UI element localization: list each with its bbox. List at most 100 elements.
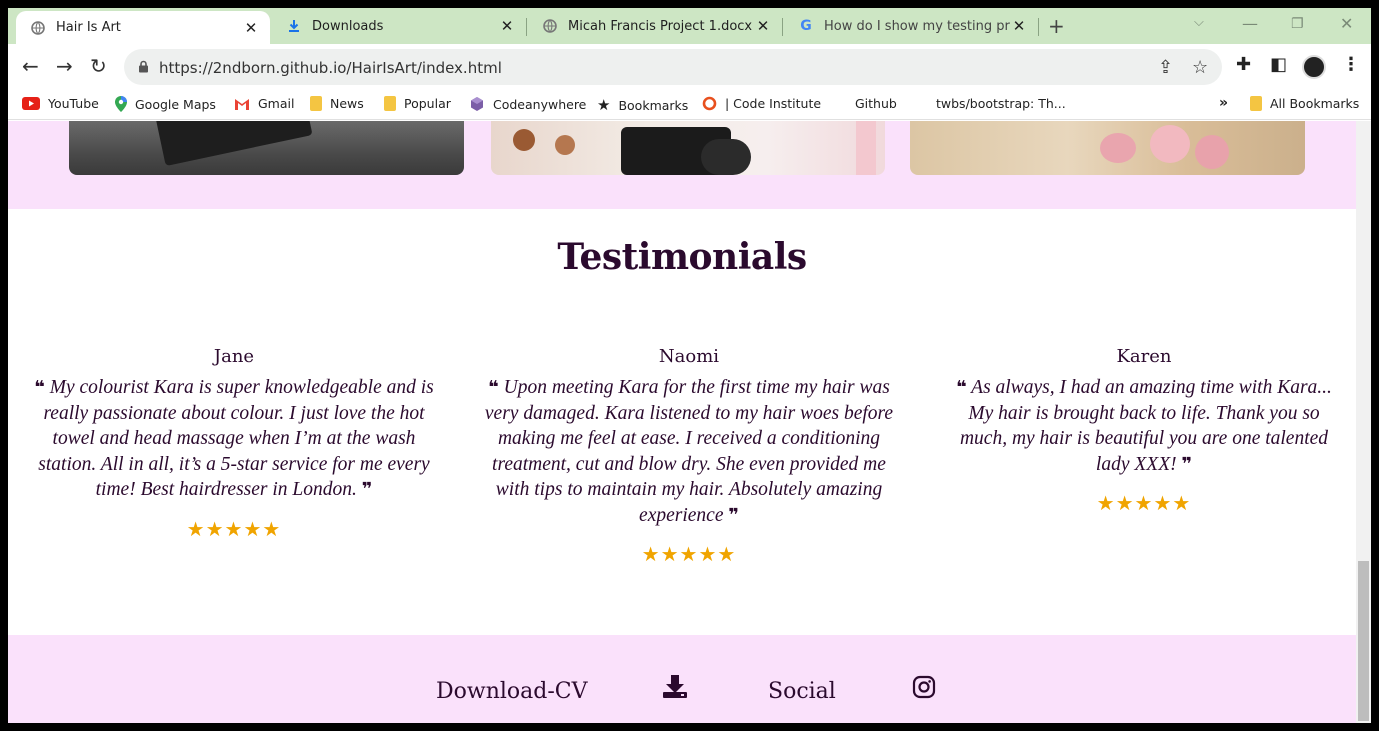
product-shape [555,135,575,155]
back-button[interactable]: ← [22,54,39,78]
quote-text: My colourist Kara is super knowledgeable… [38,377,434,500]
share-icon[interactable]: ⇪ [1158,57,1173,78]
quote-text: As always, I had an amazing time with Ka… [959,377,1332,475]
star-rating: ★★★★★ [186,516,282,541]
maps-pin-icon [115,96,127,112]
testimonial-quote: ❝ My colourist Kara is super knowledgeab… [24,375,444,503]
restore-button[interactable]: ❐ [1291,16,1304,32]
close-icon[interactable]: ✕ [498,17,516,35]
testimonials-heading: Testimonials [557,236,807,278]
testimonial-quote: ❝ As always, I had an amazing time with … [934,375,1354,477]
bookmark-label: Github [855,96,897,111]
bookmark-codeanywhere[interactable]: Codeanywhere [469,96,586,112]
tab-title: Micah Francis Project 1.docx [568,18,753,34]
bookmark-google-maps[interactable]: Google Maps [115,96,216,112]
bookmark-github[interactable]: Github [855,96,897,111]
flower-shape [1100,133,1136,163]
reload-button[interactable]: ↻ [90,54,107,78]
folder-icon [1250,96,1262,111]
tab-separator [782,18,783,36]
social-label: Social [768,679,836,704]
tab-hair-is-art[interactable]: Hair Is Art ✕ [16,11,270,44]
bookmarks-overflow-button[interactable]: » [1219,95,1228,111]
address-bar[interactable]: https://2ndborn.github.io/HairIsArt/inde… [124,49,1222,85]
quote-close-icon: ❞ [1181,453,1193,475]
bookmark-label: Bookmarks [618,97,689,113]
download-icon [286,18,302,34]
flower-shape [1150,125,1190,163]
url-text[interactable]: https://2ndborn.github.io/HairIsArt/inde… [159,59,502,77]
tab-title: Hair Is Art [56,20,121,35]
google-icon: G [800,18,812,34]
close-window-button[interactable]: ✕ [1340,14,1353,33]
tab-search-chevron-icon[interactable]: ⌵ [1194,15,1204,30]
bookmark-code-institute[interactable]: | Code Institute [702,96,821,111]
star-rating: ★★★★★ [641,542,737,566]
tab-separator [1038,18,1039,36]
folder-icon [310,96,322,111]
quote-close-icon: ❞ [728,504,739,526]
gallery-image-hair-flowers [910,121,1305,175]
bookmark-twbs-bootstrap[interactable]: twbs/bootstrap: Th... [936,96,1066,111]
testimonial-quote: ❝ Upon meeting Kara for the first time m… [479,375,899,528]
close-icon[interactable]: ✕ [242,19,260,37]
bookmark-label: Codeanywhere [493,96,587,112]
profile-avatar[interactable] [1302,55,1326,79]
quote-open-icon: ❝ [488,377,499,398]
testimonial-name: Karen [1116,346,1172,367]
all-bookmarks-folder[interactable]: All Bookmarks [1250,96,1359,111]
close-icon[interactable]: ✕ [1010,17,1028,35]
bookmark-label: All Bookmarks [1270,96,1360,111]
gallery-image-products [491,121,885,175]
forward-button[interactable]: → [56,54,73,78]
tab-separator [526,18,527,36]
star-rating: ★★★★★ [1096,491,1192,515]
bookmark-bookmarks[interactable]: ★ Bookmarks [597,96,688,114]
cube-icon [469,96,485,112]
page-viewport: Testimonials Jane ❝ My colourist Kara is… [8,121,1356,723]
product-shape [856,121,876,175]
scrollbar-thumb[interactable] [1358,561,1369,721]
youtube-icon [22,97,40,110]
testimonial-card: Naomi ❝ Upon meeting Kara for the first … [479,346,899,566]
download-cv-link[interactable]: Download-CV [436,679,588,704]
minimize-button[interactable]: — [1242,14,1258,33]
ring-icon [702,96,717,111]
tab-title: Downloads [312,18,384,34]
quote-text: Upon meeting Kara for the first time my … [484,377,894,526]
quote-open-icon: ❝ [956,377,967,398]
tab-google-search[interactable]: G How do I show my testing proce ✕ [784,8,1038,44]
browser-toolbar: ← → ↻ https://2ndborn.github.io/HairIsAr… [8,44,1371,90]
bookmark-youtube[interactable]: YouTube [22,96,99,111]
quote-open-icon: ❝ [34,377,45,398]
new-tab-button[interactable]: + [1048,14,1065,38]
camera-body-shape [155,121,313,167]
menu-icon[interactable]: ⋮ [1342,54,1360,75]
bookmark-star-icon[interactable]: ☆ [1192,57,1208,78]
product-shape [513,129,535,151]
extensions-icon[interactable]: ✚ [1236,54,1251,75]
close-icon[interactable]: ✕ [754,17,772,35]
bookmark-gmail[interactable]: Gmail [234,96,294,111]
bookmark-news[interactable]: News [310,96,364,111]
instagram-icon[interactable] [912,675,936,704]
product-shape [701,139,751,175]
bookmark-label: Google Maps [135,96,216,112]
download-icon[interactable] [662,673,688,704]
globe-icon [30,20,46,36]
star-icon: ★ [597,96,611,114]
testimonial-card: Jane ❝ My colourist Kara is super knowle… [24,346,444,541]
tab-strip: Hair Is Art ✕ Downloads ✕ Micah Francis … [8,8,1371,44]
scrollbar[interactable] [1356,121,1371,723]
bookmark-label: twbs/bootstrap: Th... [936,96,1066,111]
tab-micah-francis-doc[interactable]: Micah Francis Project 1.docx ✕ [528,8,782,44]
tab-downloads[interactable]: Downloads ✕ [272,8,526,44]
side-panel-icon[interactable]: ◧ [1270,54,1287,75]
bookmark-label: | Code Institute [725,96,822,111]
lock-icon[interactable] [138,60,149,78]
bookmark-label: Gmail [258,96,295,111]
footer: Download-CV Social [8,635,1356,723]
bookmark-popular[interactable]: Popular [384,96,451,111]
browser-window: Hair Is Art ✕ Downloads ✕ Micah Francis … [8,8,1371,723]
tab-title: How do I show my testing proce [824,18,1010,34]
